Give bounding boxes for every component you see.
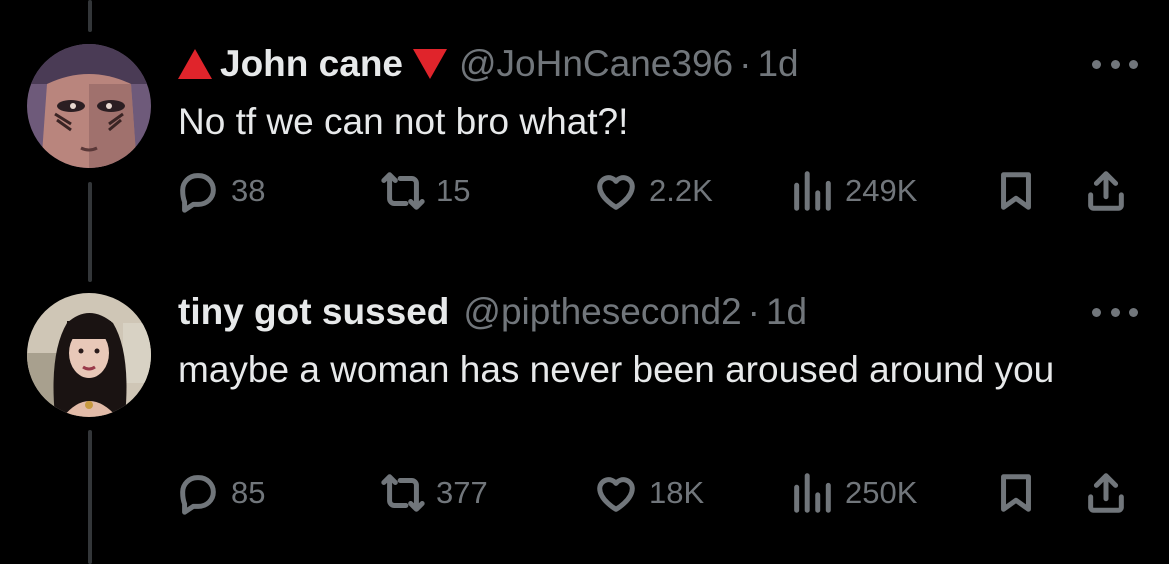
- reply-icon: [180, 475, 216, 515]
- reply-button[interactable]: 85: [175, 468, 265, 518]
- like-button[interactable]: 18K: [593, 468, 704, 518]
- views-icon: [794, 473, 831, 513]
- repost-icon: [381, 172, 425, 210]
- separator-dot: ·: [739, 43, 752, 84]
- tweet-actions: 38 15 2.2K 249K: [175, 166, 1140, 216]
- reply-button[interactable]: 38: [175, 166, 265, 216]
- more-options-icon[interactable]: [1092, 308, 1138, 320]
- display-name[interactable]: John cane: [220, 42, 403, 86]
- tweet-text: No tf we can not bro what?!: [178, 101, 629, 142]
- share-button[interactable]: [1083, 166, 1129, 216]
- like-button[interactable]: 2.2K: [593, 166, 713, 216]
- tweet-actions: 85 377 18K 250K: [175, 468, 1140, 518]
- like-icon: [597, 477, 635, 512]
- reply-count: 85: [231, 475, 266, 510]
- bookmark-button[interactable]: [993, 468, 1039, 518]
- bookmark-icon: [1001, 172, 1031, 210]
- repost-button[interactable]: 15: [380, 166, 470, 216]
- reply-icon: [180, 173, 216, 213]
- separator-dot: ·: [747, 291, 760, 332]
- share-icon: [1088, 473, 1124, 513]
- views-button[interactable]: 249K: [789, 166, 917, 216]
- repost-count: 377: [436, 475, 488, 510]
- display-name[interactable]: tiny got sussed: [178, 290, 449, 334]
- tweet-text: maybe a woman has never been aroused aro…: [178, 349, 1055, 390]
- views-icon: [794, 171, 831, 211]
- red-triangle-up-icon: [178, 49, 212, 79]
- thread-line-middle: [88, 182, 92, 282]
- like-count: 18K: [649, 475, 705, 510]
- repost-button[interactable]: 377: [380, 468, 488, 518]
- thread-line-top: [88, 0, 92, 32]
- like-count: 2.2K: [649, 173, 713, 208]
- reply-count: 38: [231, 173, 266, 208]
- tweet-header: John cane @JoHnCane396 · 1d: [178, 42, 799, 86]
- repost-icon: [381, 474, 425, 512]
- tweet-header: tiny got sussed @pipthesecond2 · 1d: [178, 290, 807, 334]
- user-handle[interactable]: @pipthesecond2: [463, 290, 741, 334]
- views-button[interactable]: 250K: [789, 468, 917, 518]
- more-options-icon[interactable]: [1092, 60, 1138, 72]
- avatar[interactable]: [27, 44, 151, 168]
- bookmark-button[interactable]: [993, 166, 1039, 216]
- timestamp[interactable]: 1d: [766, 290, 807, 334]
- red-triangle-down-icon: [413, 49, 447, 79]
- avatar[interactable]: [27, 293, 151, 417]
- thread-line-bottom: [88, 430, 92, 564]
- bookmark-icon: [1001, 474, 1031, 512]
- repost-count: 15: [436, 173, 471, 208]
- share-button[interactable]: [1083, 468, 1129, 518]
- view-count: 250K: [845, 475, 918, 510]
- timestamp[interactable]: 1d: [757, 42, 798, 86]
- view-count: 249K: [845, 173, 918, 208]
- user-handle[interactable]: @JoHnCane396: [459, 42, 733, 86]
- like-icon: [597, 175, 635, 210]
- share-icon: [1088, 171, 1124, 211]
